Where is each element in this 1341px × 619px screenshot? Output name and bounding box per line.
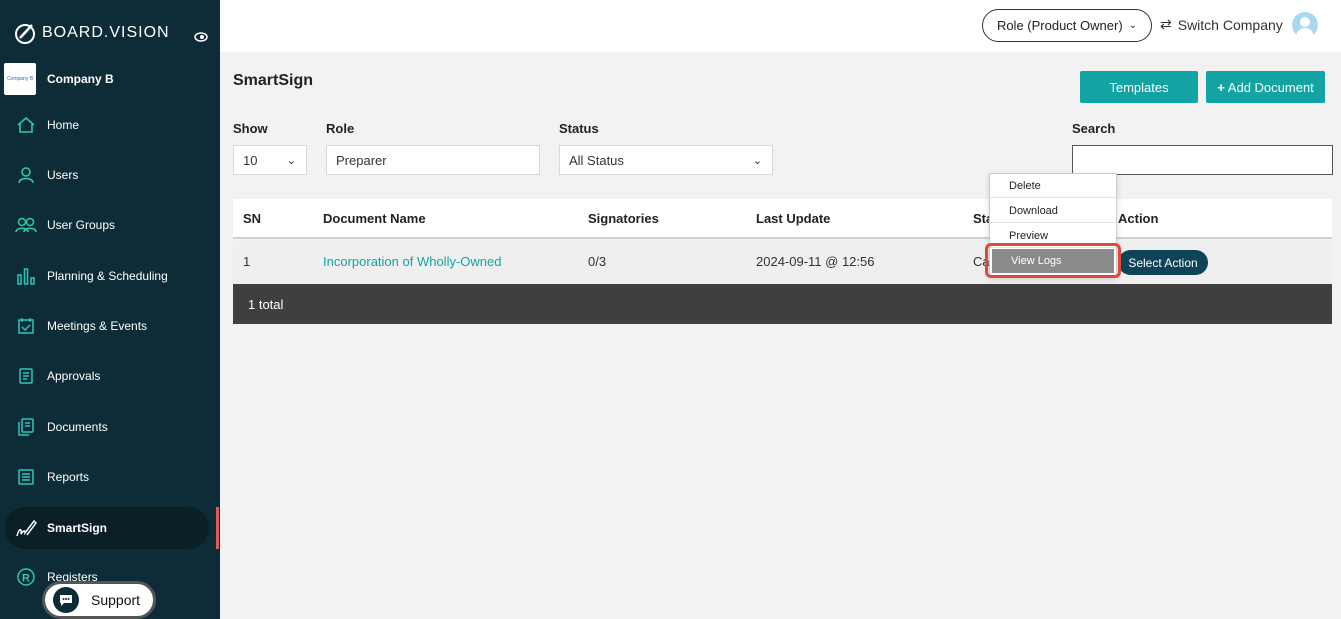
role-filter-input[interactable]: Preparer <box>326 145 540 175</box>
signature-icon <box>14 516 38 540</box>
column-header-last-update[interactable]: Last Update <box>756 211 830 226</box>
sidebar-item-label: Documents <box>47 420 108 434</box>
sidebar-item-label: Reports <box>47 470 90 484</box>
home-icon <box>14 113 38 137</box>
search-input[interactable] <box>1072 145 1333 175</box>
documents-icon <box>14 415 38 439</box>
svg-text:R: R <box>22 573 30 585</box>
column-header-signatories[interactable]: Signatories <box>588 211 659 226</box>
select-action-button[interactable]: Select Action <box>1118 250 1208 275</box>
menu-item-download[interactable]: Download <box>990 199 1116 223</box>
sidebar-item-home[interactable]: Home <box>4 104 209 146</box>
templates-label: Templates <box>1109 79 1169 95</box>
chat-icon <box>53 587 79 613</box>
board-vision-logo-icon <box>15 24 35 44</box>
company-logo: Company B <box>4 63 36 95</box>
users-icon <box>14 213 38 237</box>
cell-last-update: 2024-09-11 @ 12:56 <box>756 254 875 269</box>
cell-sn: 1 <box>243 254 251 269</box>
status-filter-label: Status <box>559 121 599 136</box>
sidebar-item-label: Meetings & Events <box>47 319 148 333</box>
menu-item-delete[interactable]: Delete <box>990 174 1116 198</box>
company-switcher[interactable]: Company B Company B <box>4 63 114 95</box>
avatar[interactable] <box>1292 12 1318 38</box>
column-header-action: Action <box>1118 211 1159 226</box>
sidebar: BOARD.VISION Company B Company B Home Us… <box>0 0 220 619</box>
column-header-sn[interactable]: SN <box>243 211 261 226</box>
add-document-button[interactable]: + Add Document <box>1206 71 1325 103</box>
active-indicator <box>216 507 219 549</box>
role-label: Role (Product Owner) <box>996 18 1123 33</box>
sidebar-item-label: SmartSign <box>47 521 108 535</box>
sidebar-item-approvals[interactable]: Approvals <box>4 355 209 397</box>
column-header-document-name[interactable]: Document Name <box>323 211 426 226</box>
sidebar-item-smartsign[interactable]: SmartSign <box>4 507 209 549</box>
switch-company-button[interactable]: ⇄ Switch Company <box>1160 16 1283 33</box>
brand-logo[interactable]: BOARD.VISION <box>14 22 170 44</box>
toggle-visibility-icon[interactable] <box>194 29 208 47</box>
select-action-label: Select Action <box>1128 255 1198 270</box>
sidebar-item-label: Users <box>47 168 79 182</box>
search-label: Search <box>1072 121 1116 136</box>
add-document-label: Add Document <box>1227 79 1314 95</box>
sidebar-item-meetings[interactable]: Meetings & Events <box>4 305 209 347</box>
user-icon <box>14 163 38 187</box>
sidebar-item-documents[interactable]: Documents <box>4 406 209 448</box>
cell-signatories: 0/3 <box>588 254 607 269</box>
sidebar-item-label: Home <box>47 118 80 132</box>
switch-company-label: Switch Company <box>1177 16 1283 33</box>
brand-name: BOARD.VISION <box>42 24 170 41</box>
registered-icon: R <box>14 565 38 589</box>
support-button[interactable]: Support <box>42 581 156 619</box>
table-footer: 1 total <box>233 284 1332 324</box>
company-name: Company B <box>47 72 114 86</box>
role-filter-label: Role <box>326 121 355 136</box>
show-label: Show <box>233 121 268 136</box>
sidebar-item-reports[interactable]: Reports <box>4 456 209 498</box>
chevron-down-icon: ⌄ <box>752 154 762 167</box>
chevron-down-icon: ⌄ <box>286 154 296 167</box>
bar-chart-icon <box>14 264 38 288</box>
plus-icon: + <box>1217 79 1225 95</box>
sidebar-item-users[interactable]: Users <box>4 154 209 196</box>
table-row: 1 Incorporation of Wholly-Owned 0/3 2024… <box>233 241 1332 284</box>
approvals-icon <box>14 364 38 388</box>
switch-arrows-icon: ⇄ <box>1160 16 1172 32</box>
page-title: SmartSign <box>233 72 314 89</box>
document-name-link[interactable]: Incorporation of Wholly-Owned <box>323 254 501 269</box>
chevron-down-icon: ⌄ <box>1128 20 1138 31</box>
show-select[interactable]: 10 ⌄ <box>233 145 307 175</box>
sidebar-item-planning[interactable]: Planning & Scheduling <box>4 255 209 297</box>
role-filter-value: Preparer <box>336 152 387 168</box>
show-value: 10 <box>243 152 258 168</box>
status-value: All Status <box>569 152 624 168</box>
total-count: 1 total <box>248 296 284 312</box>
sidebar-item-label: Approvals <box>47 369 101 383</box>
status-select[interactable]: All Status ⌄ <box>559 145 773 175</box>
sidebar-item-label: User Groups <box>47 218 116 232</box>
calendar-check-icon <box>14 314 38 338</box>
templates-button[interactable]: Templates <box>1080 71 1198 103</box>
top-bar: Role (Product Owner) ⌄ ⇄ Switch Company <box>220 0 1341 52</box>
sidebar-item-label: Planning & Scheduling <box>47 269 168 283</box>
role-dropdown[interactable]: Role (Product Owner) ⌄ <box>982 9 1152 42</box>
table-header: SN Document Name Signatories Last Update… <box>233 199 1332 239</box>
highlight-ring <box>985 243 1121 278</box>
support-label: Support <box>91 592 141 608</box>
sidebar-item-user-groups[interactable]: User Groups <box>4 204 209 246</box>
reports-icon <box>14 465 38 489</box>
